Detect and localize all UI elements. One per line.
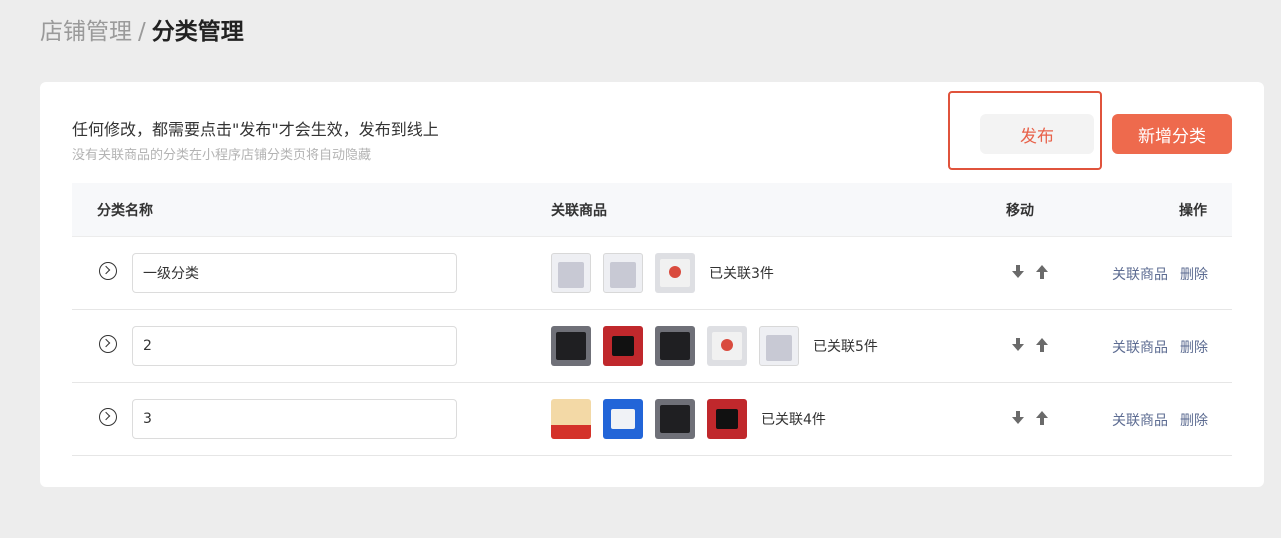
delete-link[interactable]: 删除 [1180, 267, 1208, 283]
breadcrumb: 店铺管理 / 分类管理 [40, 16, 244, 48]
expand-chevron-icon[interactable] [99, 335, 117, 353]
link-goods-link[interactable]: 关联商品 [1112, 267, 1168, 283]
link-goods-link[interactable]: 关联商品 [1112, 413, 1168, 429]
move-controls [1012, 411, 1060, 425]
expand-chevron-icon[interactable] [99, 262, 117, 280]
table-header: 分类名称 关联商品 移动 操作 [72, 183, 1232, 237]
table-row: 已关联4件 关联商品删除 [72, 383, 1232, 456]
product-thumbnail [707, 326, 747, 366]
linked-count: 已关联3件 [709, 266, 774, 282]
arrow-down-icon[interactable] [1012, 411, 1024, 425]
move-controls [1012, 338, 1060, 352]
product-thumbnail [603, 399, 643, 439]
hidden-category-hint: 没有关联商品的分类在小程序店铺分类页将自动隐藏 [72, 148, 372, 163]
row-operations: 关联商品 删除 [1112, 337, 1208, 357]
table-row: 已关联3件 关联商品删除 [72, 237, 1232, 310]
link-goods-link[interactable]: 关联商品 [1112, 340, 1168, 356]
arrow-down-icon[interactable] [1012, 265, 1024, 279]
product-thumbnail [551, 326, 591, 366]
breadcrumb-separator: / [138, 19, 146, 45]
header-operations: 操作 [1179, 203, 1207, 219]
header-category-name: 分类名称 [97, 203, 153, 219]
product-thumbnail [603, 326, 643, 366]
linked-count: 已关联4件 [761, 412, 826, 428]
header-linked-goods: 关联商品 [551, 203, 607, 219]
category-card: 任何修改，都需要点击"发布"才会生效，发布到线上 没有关联商品的分类在小程序店铺… [40, 82, 1264, 487]
move-controls [1012, 265, 1060, 279]
product-thumbnail [655, 253, 695, 293]
page-title: 分类管理 [151, 19, 244, 45]
header-move: 移动 [1006, 203, 1034, 219]
product-thumbnail [551, 399, 591, 439]
publish-notice: 任何修改，都需要点击"发布"才会生效，发布到线上 [72, 120, 439, 139]
arrow-up-icon[interactable] [1036, 338, 1048, 352]
add-category-button[interactable]: 新增分类 [1112, 114, 1232, 154]
table-row: 已关联5件 关联商品删除 [72, 310, 1232, 383]
product-thumbnail [603, 253, 643, 293]
linked-goods-thumbnails: 已关联3件 [551, 253, 774, 293]
expand-chevron-icon[interactable] [99, 408, 117, 426]
linked-goods-thumbnails: 已关联4件 [551, 399, 826, 439]
row-operations: 关联商品 删除 [1112, 410, 1208, 430]
product-thumbnail [655, 326, 695, 366]
product-thumbnail [655, 399, 695, 439]
product-thumbnail [551, 253, 591, 293]
row-operations: 关联商品 删除 [1112, 264, 1208, 284]
category-name-input[interactable] [132, 399, 457, 439]
breadcrumb-parent[interactable]: 店铺管理 [40, 19, 132, 45]
publish-button[interactable]: 发布 [980, 114, 1094, 154]
arrow-down-icon[interactable] [1012, 338, 1024, 352]
delete-link[interactable]: 删除 [1180, 413, 1208, 429]
linked-goods-thumbnails: 已关联5件 [551, 326, 878, 366]
category-name-input[interactable] [132, 326, 457, 366]
linked-count: 已关联5件 [813, 339, 878, 355]
delete-link[interactable]: 删除 [1180, 340, 1208, 356]
product-thumbnail [707, 399, 747, 439]
category-name-input[interactable] [132, 253, 457, 293]
category-table: 分类名称 关联商品 移动 操作 已关联3件 关联商品删除 [72, 183, 1232, 456]
arrow-up-icon[interactable] [1036, 411, 1048, 425]
arrow-up-icon[interactable] [1036, 265, 1048, 279]
product-thumbnail [759, 326, 799, 366]
